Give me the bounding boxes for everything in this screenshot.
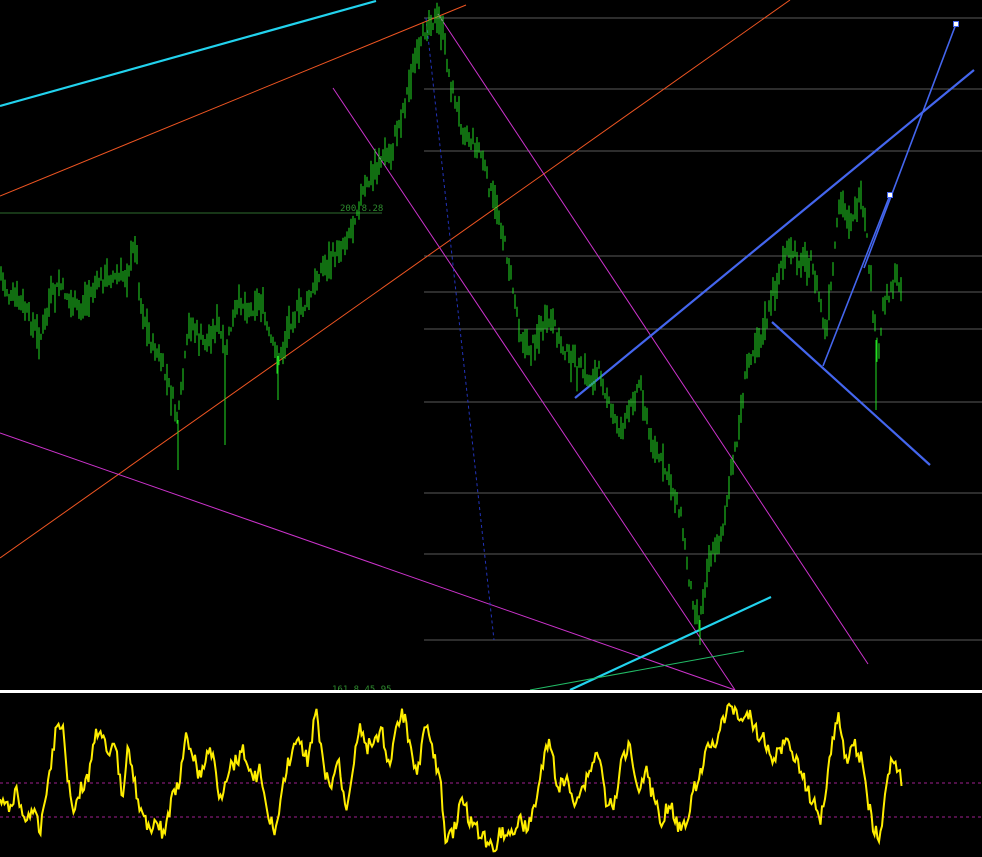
trendline-handle[interactable] [887, 192, 893, 198]
chart-root: 200.8.28 161.8.45.95 [0, 0, 982, 853]
trendline-handle[interactable] [953, 21, 959, 27]
fib-label-200: 200.8.28 [340, 204, 383, 214]
price-chart-svg[interactable]: 200.8.28 161.8.45.95 [0, 0, 982, 853]
pane-separator[interactable] [0, 690, 982, 693]
